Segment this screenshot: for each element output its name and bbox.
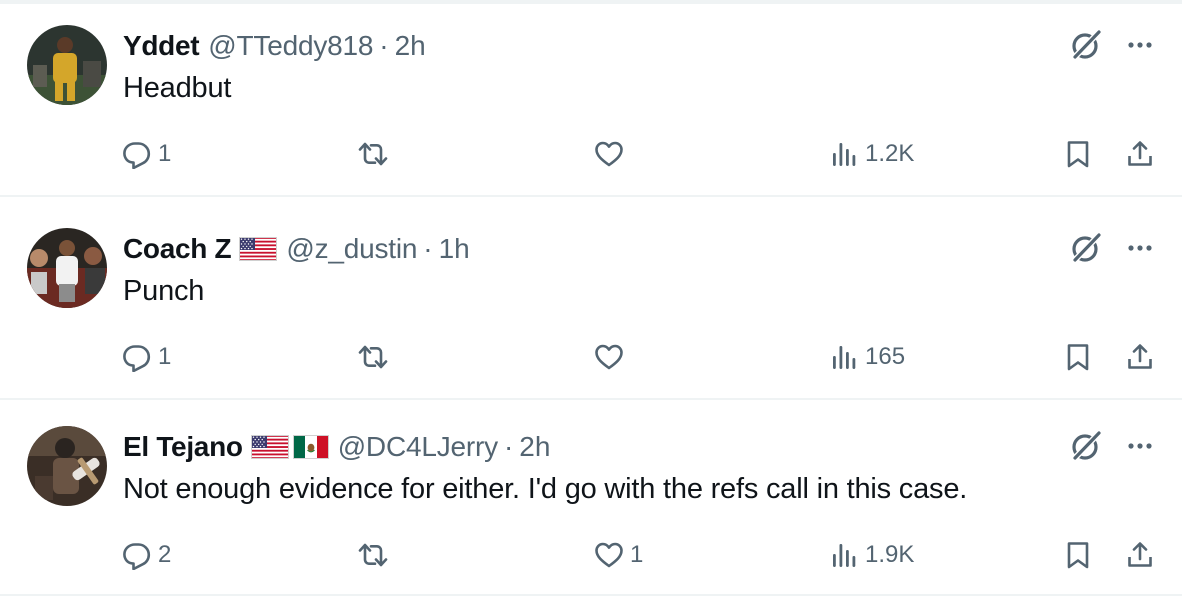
avatar[interactable] — [27, 228, 107, 308]
username-handle[interactable]: @TTeddy818 — [208, 30, 373, 62]
views-icon — [829, 342, 859, 372]
tweet-header: Yddet @TTeddy818 · 2h — [123, 28, 426, 64]
more-icon[interactable] — [1125, 33, 1155, 57]
views-count: 165 — [865, 343, 906, 370]
separator-dot: · — [423, 233, 433, 264]
retweet-button[interactable] — [358, 337, 394, 377]
reply-button[interactable]: 1 — [122, 134, 171, 174]
reply-icon — [122, 540, 152, 570]
like-button[interactable] — [594, 134, 630, 174]
retweet-button[interactable] — [358, 134, 394, 174]
reply-count: 2 — [158, 541, 172, 568]
tweet-card[interactable]: El Tejano @DC4LJerry · 2h Not enough evi… — [0, 401, 1182, 596]
views-icon — [829, 139, 859, 169]
reply-button[interactable]: 2 — [122, 535, 171, 575]
grok-icon[interactable] — [1068, 230, 1104, 266]
tweet-card[interactable]: Yddet @TTeddy818 · 2h Headbut 1 1.2K — [0, 0, 1182, 197]
grok-icon[interactable] — [1068, 428, 1104, 464]
more-icon[interactable] — [1125, 236, 1155, 260]
separator-dot: · — [379, 30, 389, 61]
like-count: 1 — [630, 541, 644, 568]
bookmark-icon — [1063, 139, 1093, 169]
action-bar: 2 1 1.9K — [0, 535, 1182, 575]
grok-icon[interactable] — [1068, 27, 1104, 63]
action-bar: 1 165 — [0, 337, 1182, 377]
username-handle[interactable]: @z_dustin — [286, 233, 417, 265]
reply-feed: Coach Z @z_dustin · 1h Punch 1 165 El Te… — [0, 0, 1182, 598]
share-icon — [1125, 342, 1155, 372]
retweet-icon — [358, 342, 388, 372]
bookmark-icon — [1063, 342, 1093, 372]
bookmark-button[interactable] — [1063, 337, 1093, 377]
reply-icon — [122, 342, 152, 372]
us-flag-emoji — [239, 237, 277, 261]
mexico-flag-emoji — [293, 435, 329, 459]
retweet-button[interactable] — [358, 535, 394, 575]
reply-count: 1 — [158, 140, 172, 167]
views-button[interactable]: 1.2K — [829, 134, 914, 174]
like-icon — [594, 342, 624, 372]
share-button[interactable] — [1125, 337, 1155, 377]
bookmark-button[interactable] — [1063, 535, 1093, 575]
separator-dot: · — [503, 431, 514, 462]
timestamp[interactable]: 1h — [439, 233, 470, 265]
views-icon — [829, 540, 859, 570]
avatar[interactable] — [27, 25, 107, 105]
tweet-text: Not enough evidence for either. I'd go w… — [123, 473, 968, 505]
reply-button[interactable]: 1 — [122, 337, 171, 377]
reply-icon — [122, 139, 152, 169]
share-icon — [1125, 139, 1155, 169]
bookmark-icon — [1063, 540, 1093, 570]
avatar[interactable] — [27, 426, 107, 506]
tweet-text: Punch — [123, 275, 205, 307]
action-bar: 1 1.2K — [0, 134, 1182, 174]
views-count: 1.9K — [865, 541, 915, 568]
display-name[interactable]: Yddet — [123, 30, 200, 62]
tweet-header: El Tejano @DC4LJerry · 2h — [123, 429, 550, 465]
tweet-card[interactable]: Coach Z @z_dustin · 1h Punch 1 165 — [0, 203, 1182, 400]
retweet-icon — [358, 540, 388, 570]
reply-count: 1 — [158, 343, 172, 370]
views-button[interactable]: 165 — [829, 337, 905, 377]
more-icon[interactable] — [1125, 434, 1155, 458]
tweet-header: Coach Z @z_dustin · 1h — [123, 231, 470, 267]
views-count: 1.2K — [865, 140, 915, 167]
display-name[interactable]: El Tejano — [123, 431, 243, 463]
username-handle[interactable]: @DC4LJerry — [338, 431, 498, 463]
retweet-icon — [358, 139, 388, 169]
like-icon — [594, 540, 624, 570]
timestamp[interactable]: 2h — [519, 431, 550, 463]
bookmark-button[interactable] — [1063, 134, 1093, 174]
timestamp[interactable]: 2h — [395, 30, 426, 62]
like-button[interactable]: 1 — [594, 535, 643, 575]
like-button[interactable] — [594, 337, 630, 377]
views-button[interactable]: 1.9K — [829, 535, 914, 575]
tweet-text: Headbut — [123, 72, 232, 104]
display-name[interactable]: Coach Z — [123, 233, 232, 265]
share-icon — [1125, 540, 1155, 570]
share-button[interactable] — [1125, 535, 1155, 575]
like-icon — [594, 139, 624, 169]
us-flag-emoji — [251, 435, 289, 459]
share-button[interactable] — [1125, 134, 1155, 174]
